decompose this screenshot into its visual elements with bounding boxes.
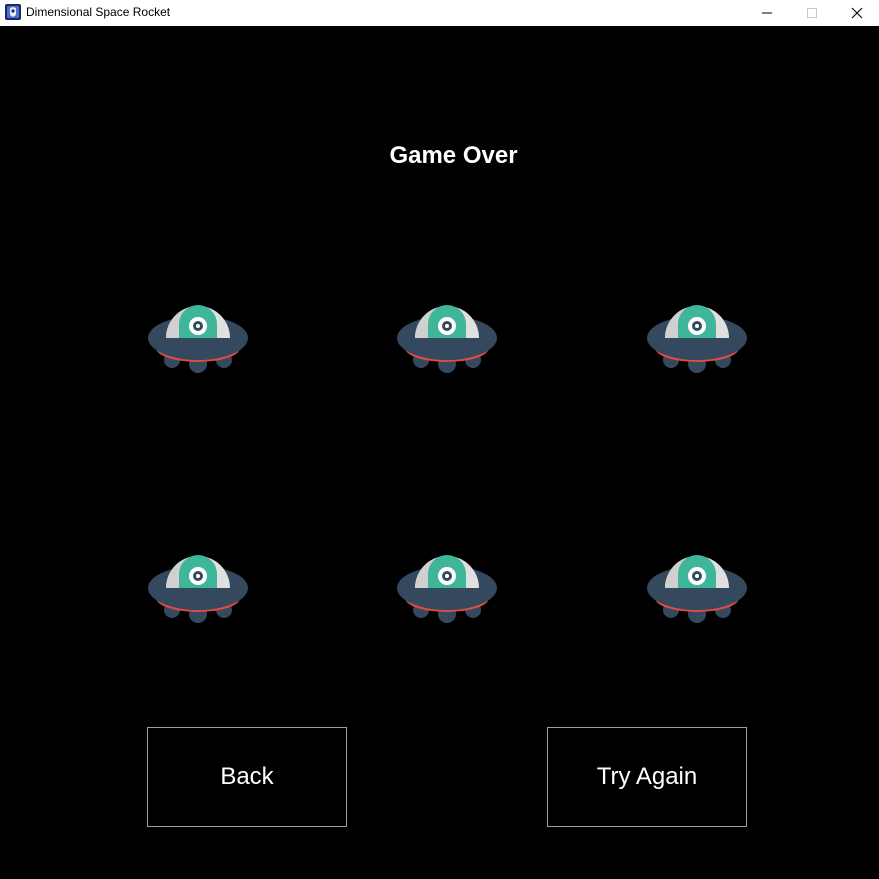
close-icon [851,7,863,19]
back-button[interactable]: Back [147,727,347,827]
minimize-icon [762,12,772,14]
window-title: Dimensional Space Rocket [26,5,171,19]
ufo-icon [148,555,248,623]
close-button[interactable] [834,0,879,26]
maximize-icon [807,8,817,18]
minimize-button[interactable] [744,0,790,26]
title-bar[interactable]: Dimensional Space Rocket [0,0,879,26]
game-window: Dimensional Space Rocket Game Over Back … [0,0,879,879]
try-again-button[interactable]: Try Again [547,727,747,827]
ufo-icon [397,305,497,373]
maximize-button[interactable] [789,0,835,26]
ufo-icon [647,555,747,623]
game-over-heading: Game Over [389,142,518,169]
game-app-icon [5,4,21,20]
ufo-icon [647,305,747,373]
ufo-icon [397,555,497,623]
game-canvas: Game Over Back Try Again [0,26,879,879]
ufo-icon [148,305,248,373]
